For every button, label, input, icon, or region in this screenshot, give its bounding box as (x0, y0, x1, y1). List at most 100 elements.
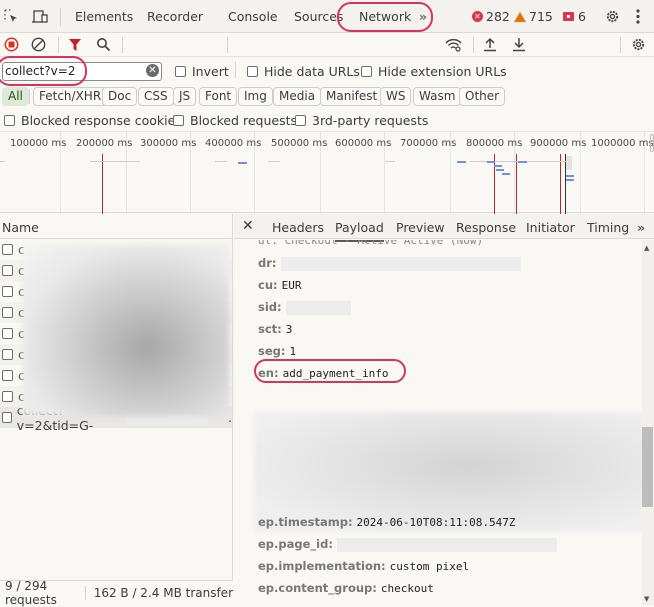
overview-resize-handle[interactable] (650, 134, 654, 152)
load-event-marker (560, 154, 561, 214)
tab-timing[interactable]: Timing (587, 220, 629, 235)
tab-response[interactable]: Response (456, 220, 516, 235)
checkbox[interactable] (2, 244, 13, 255)
redacted-region (22, 244, 230, 416)
request-bar (496, 169, 504, 171)
inspect-element-icon[interactable] (4, 9, 19, 24)
type-chip-wasm[interactable]: Wasm (413, 87, 462, 106)
settings-gear-icon[interactable] (605, 9, 620, 24)
type-chip-ws[interactable]: WS (380, 87, 412, 106)
network-settings-gear-icon[interactable] (631, 37, 646, 52)
hide-data-urls-label: Hide data URLs (264, 64, 360, 79)
checkbox[interactable] (2, 307, 13, 318)
devtools-tab-bar: Elements Recorder Console Sources Networ… (0, 0, 654, 33)
clear-icon[interactable] (31, 37, 46, 52)
checkbox[interactable] (2, 370, 13, 381)
device-toolbar-icon[interactable] (31, 9, 49, 24)
type-chip-img[interactable]: Img (238, 87, 273, 106)
timeline-overview[interactable]: 100000 ms 200000 ms 300000 ms 400000 ms … (0, 131, 654, 214)
scroll-up-arrow-icon[interactable]: ▲ (644, 244, 649, 252)
warning-icon (514, 11, 526, 22)
more-tabs-button[interactable]: » (419, 9, 427, 24)
checkbox[interactable] (2, 265, 13, 276)
filter-input[interactable]: collect?v=2 (2, 62, 162, 81)
param-key: sid: (258, 300, 282, 314)
third-party-requests-label: 3rd-party requests (312, 113, 429, 128)
more-detail-tabs-button[interactable]: » (637, 220, 645, 235)
tab-payload[interactable]: Payload (335, 220, 384, 242)
tab-sources[interactable]: Sources (294, 9, 343, 24)
checkbox[interactable] (2, 391, 13, 402)
load-event-marker (494, 154, 495, 214)
issues-icon (563, 12, 574, 21)
checkbox[interactable] (4, 115, 15, 126)
scrollbar-thumb[interactable] (642, 427, 653, 507)
type-chip-doc[interactable]: Doc (102, 87, 138, 106)
checkbox[interactable] (2, 412, 12, 423)
hide-extension-urls-checkbox[interactable]: Hide extension URLs (361, 64, 507, 79)
scroll-down-arrow-icon[interactable]: ▼ (644, 595, 649, 603)
checkbox[interactable] (2, 349, 13, 360)
checkbox[interactable] (173, 115, 184, 126)
checkbox[interactable] (2, 328, 13, 339)
payload-param-page-id: ep.page_id: (258, 537, 557, 552)
import-har-icon[interactable] (483, 37, 497, 52)
param-key: sct: (258, 322, 282, 336)
checkbox[interactable] (361, 66, 372, 77)
type-chip-font[interactable]: Font (199, 87, 238, 106)
clear-filter-icon[interactable]: ✕ (146, 64, 159, 77)
tab-elements[interactable]: Elements (75, 9, 133, 24)
issues-count[interactable]: 6 (563, 9, 586, 24)
tick-label: 100000 ms (10, 138, 67, 149)
tab-preview[interactable]: Preview (396, 220, 445, 235)
request-count: 9 / 294 requests (5, 579, 57, 607)
export-har-icon[interactable] (512, 37, 526, 52)
request-bar (566, 156, 572, 170)
tick-label: 700000 ms (400, 138, 457, 149)
divider (58, 37, 59, 53)
blocked-requests-label: Blocked requests (190, 113, 297, 128)
record-stop-icon[interactable] (4, 37, 19, 52)
payload-param-sct: sct: 3 (258, 322, 292, 336)
type-chip-manifest[interactable]: Manifest (320, 87, 384, 106)
error-count[interactable]: ✕ 282 (472, 9, 510, 24)
checkbox[interactable] (295, 115, 306, 126)
type-chip-other[interactable]: Other (459, 87, 506, 106)
tab-network[interactable]: Network (359, 9, 411, 24)
tab-recorder[interactable]: Recorder (147, 9, 203, 24)
param-key: en: (258, 366, 279, 380)
type-chip-all[interactable]: All (2, 87, 29, 106)
third-party-requests-checkbox[interactable]: 3rd-party requests (295, 113, 428, 128)
more-options-icon[interactable] (636, 9, 640, 24)
request-bar (487, 161, 495, 163)
checkbox[interactable] (175, 66, 186, 77)
param-value: EUR (281, 279, 302, 292)
checkbox[interactable] (2, 286, 13, 297)
type-chip-js[interactable]: JS (173, 87, 197, 106)
checkbox[interactable] (247, 66, 258, 77)
request-bar (566, 179, 574, 181)
hide-data-urls-checkbox[interactable]: Hide data URLs (247, 64, 360, 79)
blocked-requests-checkbox[interactable]: Blocked requests (173, 113, 297, 128)
payload-scrollbar[interactable]: ▲ ▼ (642, 240, 654, 605)
type-chip-fetch-xhr[interactable]: Fetch/XHR (33, 87, 108, 106)
request-bar (502, 173, 510, 175)
tab-console[interactable]: Console (228, 9, 278, 24)
filter-icon[interactable] (68, 38, 82, 52)
request-bar (566, 175, 574, 177)
name-column-header[interactable]: Name (0, 214, 232, 239)
tab-headers[interactable]: Headers (272, 220, 324, 235)
close-detail-icon[interactable]: ✕ (242, 218, 254, 234)
tab-initiator[interactable]: Initiator (526, 220, 575, 235)
search-icon[interactable] (96, 37, 111, 52)
warning-count[interactable]: 715 (514, 9, 553, 24)
invert-checkbox[interactable]: Invert (175, 64, 229, 79)
param-key: cu: (258, 278, 278, 292)
request-bar (215, 161, 227, 162)
payload-param-cu: cu: EUR (258, 278, 301, 292)
blocked-response-cookies-checkbox[interactable]: Blocked response cookies (4, 113, 182, 128)
param-key: ep.page_id: (258, 537, 333, 551)
type-chip-media[interactable]: Media (273, 87, 322, 106)
network-conditions-icon[interactable] (445, 38, 463, 52)
type-chip-css[interactable]: CSS (138, 87, 174, 106)
